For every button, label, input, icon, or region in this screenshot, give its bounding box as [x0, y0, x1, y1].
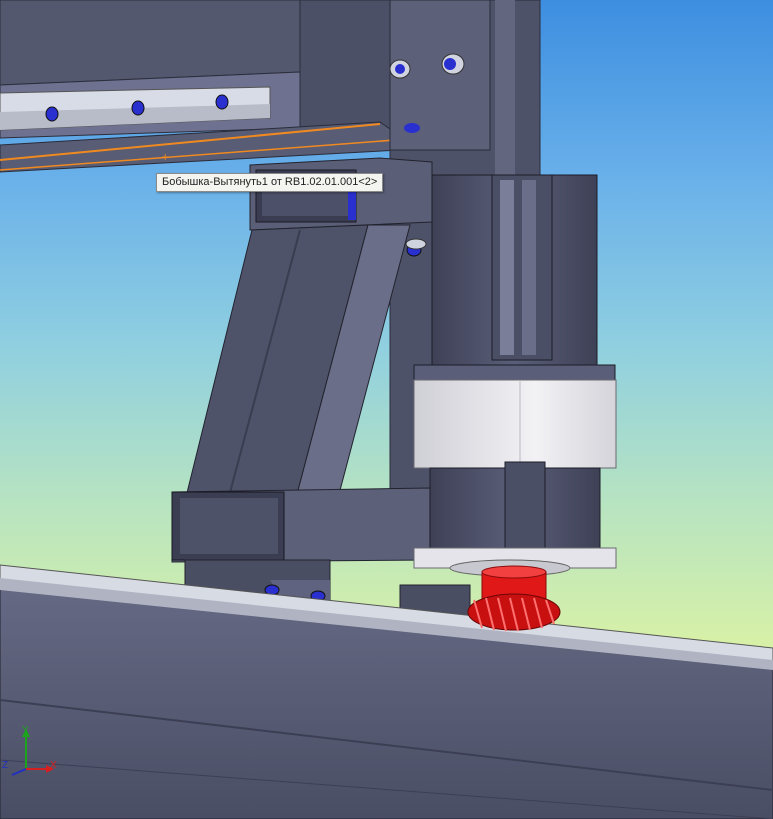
3d-viewport[interactable]: + Бобышка-Вытянуть1 от RB1.02.01.001<2> … [0, 0, 773, 819]
diagonal-strut [183, 224, 411, 506]
lower-tube [171, 487, 433, 563]
bolt-icon [444, 58, 456, 70]
y-axis-label: Y [22, 725, 29, 736]
axis-triad-arrows [11, 729, 54, 776]
z-axis-label: Z [2, 760, 9, 771]
rail-bolt [45, 106, 59, 122]
x-axis-label: X [50, 760, 57, 771]
nut [405, 238, 427, 250]
rail-bolt [131, 100, 145, 116]
tooltip: Бобышка-Вытянуть1 от RB1.02.01.001<2> [156, 173, 384, 192]
pinion-gear[interactable] [467, 565, 561, 632]
lower-beam [0, 564, 773, 819]
assembly-model[interactable]: + [0, 0, 773, 819]
svg-text:+: + [161, 152, 169, 163]
bolt-icon [404, 123, 420, 133]
rail-bolt [215, 94, 229, 110]
bolt-icon [395, 64, 405, 74]
axis-triad-icon: Y X Z [0, 725, 70, 785]
servo-motor [413, 174, 617, 577]
